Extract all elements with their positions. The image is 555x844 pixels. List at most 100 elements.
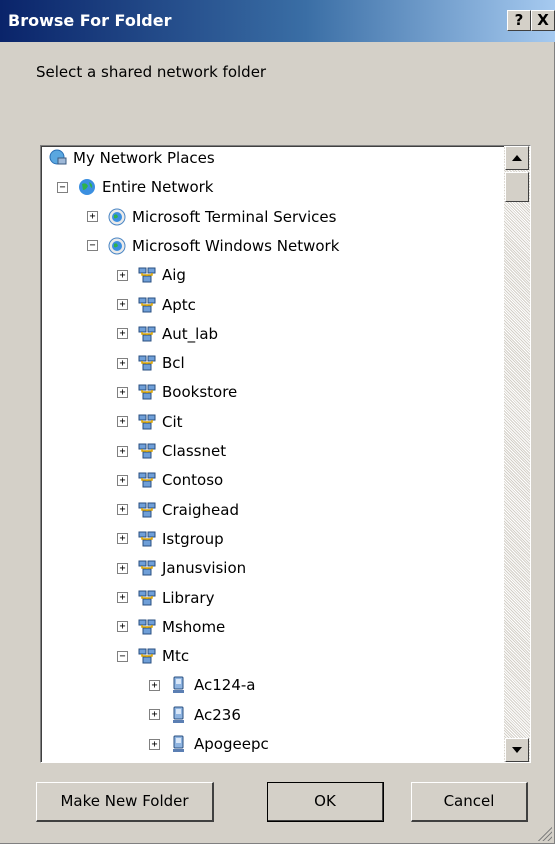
collapse-icon[interactable]: − (87, 240, 98, 252)
computer-icon (170, 735, 188, 753)
globe-icon (78, 178, 96, 196)
arrow-down-icon (512, 747, 522, 753)
workgroup-icon (138, 442, 156, 460)
scroll-down-button[interactable] (505, 738, 529, 762)
workgroup-icon (138, 354, 156, 372)
resize-grip-icon[interactable] (536, 825, 552, 841)
tree-node[interactable]: + Aig (117, 261, 186, 289)
tree-node-label: Contoso (162, 471, 224, 490)
tree-node[interactable]: + Bcl (117, 349, 185, 377)
tree-node[interactable]: + Library (117, 584, 214, 612)
tree-node-label: Istgroup (162, 529, 224, 548)
workgroup-icon (138, 413, 156, 431)
arrow-up-icon (512, 155, 522, 161)
tree-node[interactable]: − Microsoft Windows Network (87, 232, 339, 260)
tree-node-label: Aig (162, 266, 186, 285)
close-button[interactable]: X (531, 10, 555, 31)
expand-icon[interactable]: + (117, 299, 128, 310)
expand-icon[interactable]: + (149, 738, 160, 750)
vertical-scrollbar[interactable] (504, 146, 530, 762)
workgroup-icon (138, 501, 156, 519)
collapse-icon[interactable]: − (117, 650, 128, 662)
workgroup-icon (138, 383, 156, 401)
workgroup-icon (138, 325, 156, 343)
workgroup-icon (138, 618, 156, 636)
tree-node-label: Ac124-a (194, 676, 256, 695)
expand-icon[interactable]: + (117, 357, 128, 369)
workgroup-icon (138, 471, 156, 489)
tree-node[interactable]: + Bookstore (117, 378, 237, 406)
tree-node-label: Aut_lab (162, 324, 219, 343)
tree-node-label: My Network Places (73, 149, 215, 167)
tree-node-label: Mtc (162, 647, 190, 666)
dialog-prompt: Select a shared network folder (36, 63, 267, 81)
scroll-up-button[interactable] (505, 146, 529, 170)
expand-icon[interactable]: + (149, 679, 160, 691)
expand-icon[interactable]: + (117, 562, 128, 574)
tree-node-label: Microsoft Terminal Services (132, 207, 337, 226)
tree-node-label: Cit (162, 412, 183, 431)
tree-node[interactable]: + Istgroup (117, 525, 224, 553)
tree-node[interactable]: + Aptc (117, 291, 196, 319)
tree-node-label: Entire Network (102, 178, 214, 197)
expand-icon[interactable]: + (117, 592, 128, 603)
tree-node-label: Bookstore (162, 383, 238, 402)
window-title: Browse For Folder (8, 11, 172, 30)
workgroup-icon (138, 296, 156, 314)
tree-node[interactable]: + Ac236 (149, 701, 241, 729)
expand-icon[interactable]: + (117, 504, 128, 516)
tree-node[interactable]: + Cit (117, 408, 183, 436)
workgroup-icon (138, 266, 156, 284)
tree-node[interactable]: + Contoso (117, 466, 223, 494)
tree-node-label: Aptc (162, 295, 196, 314)
make-new-folder-button[interactable]: Make New Folder (36, 782, 214, 822)
computer-icon (170, 676, 188, 694)
expand-icon[interactable]: + (117, 328, 128, 340)
cancel-button[interactable]: Cancel (411, 782, 528, 822)
tree-node-label: Janusvision (162, 559, 247, 578)
workgroup-icon (138, 559, 156, 577)
expand-icon[interactable]: + (117, 474, 128, 486)
tree-node[interactable]: + Classnet (117, 437, 226, 465)
help-button[interactable]: ? (507, 10, 531, 31)
tree-node-label: Mshome (162, 617, 226, 636)
tree-node[interactable]: + Mshome (117, 613, 225, 641)
expand-icon[interactable]: + (117, 445, 128, 457)
tree-node-label: Ac236 (194, 705, 241, 724)
workgroup-icon (138, 530, 156, 548)
folder-tree[interactable]: My Network Places − Entire Network + Microso… (40, 145, 531, 763)
tree-node[interactable]: − Entire Network (57, 173, 214, 201)
tree-node[interactable]: − Mtc (117, 642, 189, 670)
expand-icon[interactable]: + (149, 709, 160, 721)
expand-icon[interactable]: + (117, 621, 128, 633)
tree-node[interactable]: +Asc267-clep1 (149, 759, 295, 762)
network-globe-icon (108, 237, 126, 255)
tree-node[interactable]: + Apogeepc (149, 730, 269, 758)
expand-icon[interactable]: + (117, 416, 128, 428)
tree-node[interactable]: + Ac124-a (149, 671, 255, 699)
tree-node[interactable]: My Network Places (49, 146, 215, 172)
tree-node-label: Bcl (162, 354, 185, 373)
scroll-thumb[interactable] (505, 172, 529, 202)
workgroup-icon (138, 647, 156, 665)
tree-node-label: Microsoft Windows Network (132, 236, 340, 255)
expand-icon[interactable]: + (117, 386, 128, 398)
workgroup-icon (138, 589, 156, 607)
tree-node[interactable]: + Microsoft Terminal Services (87, 203, 336, 231)
tree-node-label: Apogeepc (194, 735, 269, 753)
tree-node[interactable]: + Craighead (117, 496, 239, 524)
ok-button[interactable]: OK (267, 782, 384, 822)
tree-node-label: Classnet (162, 442, 227, 460)
title-bar[interactable]: Browse For Folder ? X (0, 0, 555, 42)
computer-icon (170, 706, 188, 724)
expand-icon[interactable]: + (117, 269, 128, 281)
tree-view[interactable]: My Network Places − Entire Network + Microso… (41, 146, 505, 762)
tree-node[interactable]: + Janusvision (117, 554, 246, 582)
tree-node[interactable]: + Aut_lab (117, 320, 218, 348)
tree-node-label: Craighead (162, 500, 239, 519)
network-globe-icon (108, 208, 126, 226)
expand-icon[interactable]: + (87, 211, 98, 223)
expand-icon[interactable]: + (117, 533, 128, 545)
collapse-icon[interactable]: − (57, 181, 68, 193)
browse-for-folder-dialog: Browse For Folder ? X Select a shared ne… (0, 0, 555, 844)
